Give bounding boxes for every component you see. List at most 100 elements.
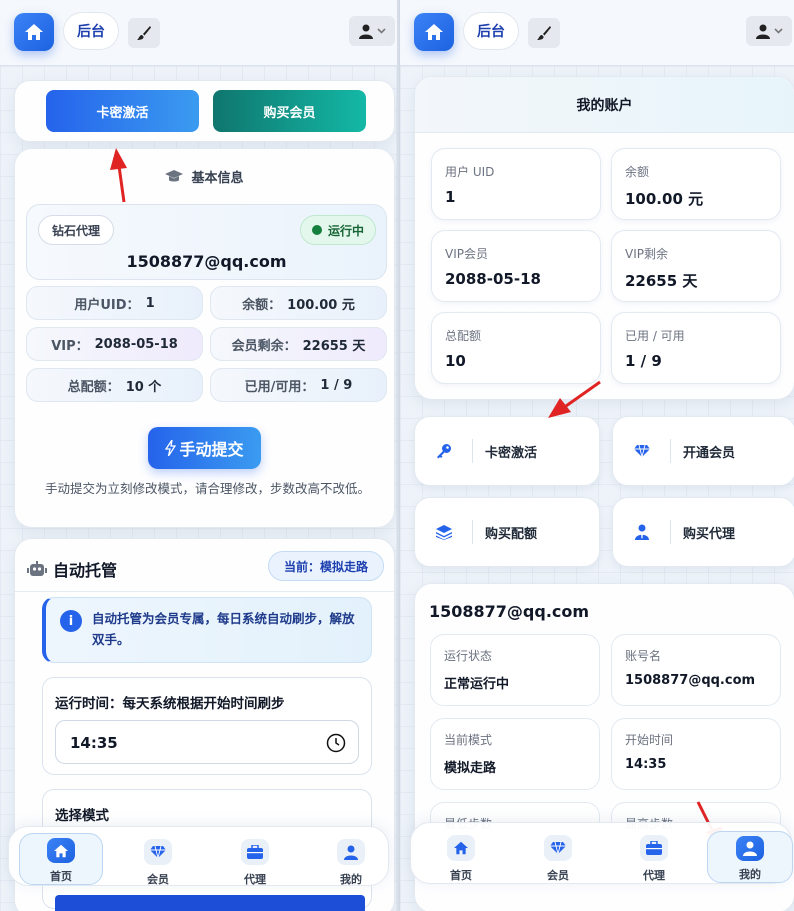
profile-box: 钻石代理 运行中 1508877@qq.com [26,204,387,280]
chevron-down-icon [773,28,783,34]
balance-key: 余额 [625,165,650,179]
vip-tile: VIP会员 2088-05-18 [431,230,601,302]
tab-agent[interactable]: 代理 [624,829,684,885]
my-account-card: 我的账户 用户 UID 1 余额 100.00 元 VIP会员 2088-05-18 … [414,76,794,400]
user-icon [755,24,770,39]
start-time-value: 14:35 [625,757,667,772]
quota-tile: 总配额 10 [431,312,601,384]
activate-card-button[interactable]: 卡密激活 [46,90,199,132]
vip-remaining-value: 22655 天 [625,272,698,290]
annotation-arrow [548,380,601,418]
layers-icon-wrap [415,520,473,544]
run-time-label: 运行时间：每天系统根据开始时间刷步 [55,696,285,712]
briefcase-icon [646,841,662,855]
buy-quota-label: 购买配额 [485,526,538,542]
buy-quota-tile[interactable]: 购买配额 [414,497,600,567]
member-remaining-key: 会员剩余： [231,338,297,354]
account-name-key: 账号名 [625,649,662,663]
briefcase-icon [247,845,263,859]
member-notice: i 自动托管为会员专属，每日系统自动刷步，解放双手。 [42,597,372,663]
member-tab-icon-wrap [544,835,572,861]
annotation-arrow [110,148,127,203]
user-icon [344,845,358,860]
theme-brush-button[interactable] [528,18,560,48]
buy-agent-label: 购买代理 [683,526,736,542]
tab-mine[interactable]: 我的 [321,833,381,889]
activate-card-label: 卡密激活 [485,445,538,461]
run-time-box: 运行时间：每天系统根据开始时间刷步 14:35 [42,677,372,775]
used-available-cell: 已用/可用： 1 / 9 [210,368,387,402]
theme-brush-button[interactable] [128,18,160,48]
quota-key: 总配额 [445,329,482,343]
user-menu-button[interactable] [349,16,395,46]
run-time-input[interactable]: 14:35 [55,720,359,764]
home-button[interactable] [414,13,454,51]
quota-key: 总配额： [67,379,120,395]
uid-cell: 用户UID： 1 [26,286,203,320]
chevron-down-icon [376,28,386,34]
home-button[interactable] [14,13,54,51]
current-mode-value: 模拟走路 [444,761,497,776]
tab-member[interactable]: 会员 [128,833,188,889]
tab-agent[interactable]: 代理 [225,833,285,889]
current-mode-tile: 当前模式 模拟走路 [430,718,600,790]
mine-tab-icon-wrap [337,839,365,865]
backend-button[interactable]: 后台 [63,12,119,50]
balance-cell: 余额： 100.00 元 [210,286,387,320]
tab-home[interactable]: 首页 [19,833,103,885]
top-bar: 后台 [400,0,794,66]
used-available-tile: 已用 / 可用 1 / 9 [611,312,781,384]
tab-agent-label: 代理 [244,873,266,886]
basic-info-card: 基本信息 钻石代理 运行中 1508877@qq.com 用户UID： 1 余额：… [14,148,395,528]
tab-mine[interactable]: 我的 [707,831,793,883]
open-member-tile[interactable]: 开通会员 [612,416,794,486]
auto-hosting-header: 自动托管 [27,557,117,581]
user-menu-button[interactable] [746,16,792,46]
robot-icon [27,561,47,576]
run-status-value: 正常运行中 [444,677,510,692]
manual-submit-note: 手动提交为立刻修改模式，请合理修改，步数改高不改低。 [44,481,370,496]
buy-member-button[interactable]: 购买会员 [213,90,366,132]
tab-home[interactable]: 首页 [431,829,491,885]
tab-mine-label: 我的 [340,873,362,886]
current-mode-badge: 当前：模拟走路 [268,551,384,581]
manual-submit-label: 手动提交 [179,440,244,459]
user-icon [358,24,373,39]
activate-card-tile[interactable]: 卡密激活 [414,416,600,486]
lightning-icon [165,440,177,456]
info-icon: i [60,610,82,632]
layers-icon [435,524,452,540]
tab-member-label: 会员 [147,873,169,886]
backend-button[interactable]: 后台 [463,12,519,50]
tab-member-label: 会员 [547,869,569,882]
current-mode-key: 当前模式 [444,733,493,747]
user-icon [743,841,757,856]
diamond-icon [550,841,566,855]
tab-member[interactable]: 会员 [528,829,588,885]
quota-cell: 总配额： 10 个 [26,368,203,402]
manual-submit-button[interactable]: 手动提交 [148,427,261,469]
bottom-tab-bar: 首页 会员 代理 我的 [410,822,793,885]
select-mode-label: 选择模式 [55,808,109,824]
home-tab-icon-wrap [447,835,475,861]
account-name-tile: 账号名 1508877@qq.com [611,634,781,706]
home-icon [54,844,68,857]
buy-agent-tile[interactable]: 购买代理 [612,497,794,567]
uid-key: 用户UID： [74,297,140,313]
left-screen: 后台 卡密激活 购买会员 基本信息 钻石代理 运行中 1508877@qq.co… [0,0,397,911]
run-status-key: 运行状态 [444,649,493,663]
right-screen: 后台 我的账户 用户 UID 1 余额 100.00 元 VIP会员 2088-05-… [399,0,794,911]
uid-key: 用户 UID [445,165,495,179]
mode-select-bar[interactable] [55,895,365,911]
diamond-icon [150,845,166,859]
member-notice-text: 自动托管为会员专属，每日系统自动刷步，解放双手。 [92,611,355,647]
auto-hosting-title: 自动托管 [53,561,118,580]
basic-info-title: 基本信息 [191,171,244,186]
agent-tab-icon-wrap [241,839,269,865]
detail-email: 1508877@qq.com [429,602,590,621]
quota-value: 10 个 [125,379,162,395]
balance-value: 100.00 元 [287,297,355,313]
vip-cell: VIP： 2088-05-18 [26,327,203,361]
agent-icon [634,524,649,540]
vip-remaining-key: VIP剩余 [625,247,668,261]
